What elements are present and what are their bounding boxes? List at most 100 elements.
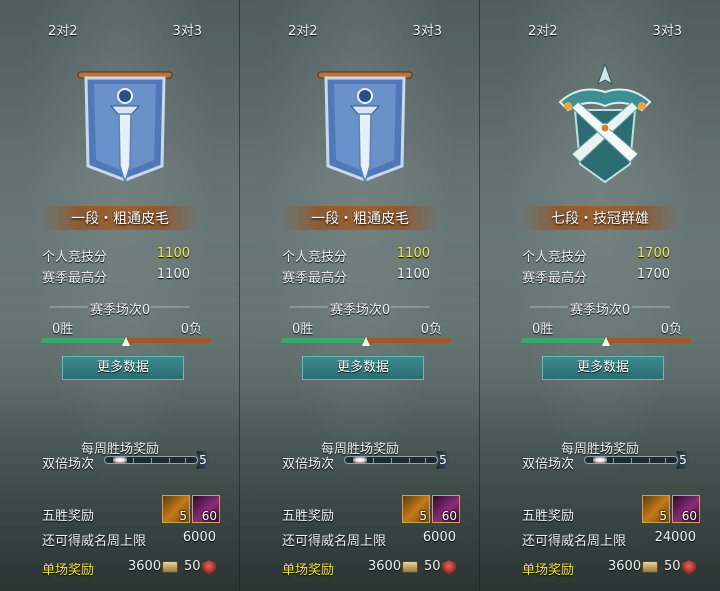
tab-2v2[interactable]: 2对2 xyxy=(288,20,318,39)
losses-count: 0负 xyxy=(420,322,442,337)
single-match-reward-row: 单场奖励 3600 50 xyxy=(522,559,702,578)
coin-icon xyxy=(402,561,418,573)
five-win-reward-label: 五胜奖励 xyxy=(282,509,335,524)
weekly-limit-label: 还可得威名周上限 xyxy=(42,534,147,549)
single-reward-value-2: 50 xyxy=(184,559,201,574)
season-matches: 赛季场次0 xyxy=(329,303,391,318)
shield-badge-icon xyxy=(202,560,216,575)
reward-item-b-icon[interactable]: 60 xyxy=(432,495,460,523)
reward-item-b-icon[interactable]: 60 xyxy=(672,495,700,523)
personal-score-value: 1700 xyxy=(636,246,670,261)
single-reward-label: 单场奖励 xyxy=(282,563,335,578)
season-matches: 赛季场次0 xyxy=(569,303,631,318)
win-ratio-marker-icon xyxy=(362,337,370,346)
double-matches-label: 双倍场次 xyxy=(42,457,95,472)
personal-score-row: 个人竞技分 1700 xyxy=(522,246,682,265)
personal-score-label: 个人竞技分 xyxy=(42,250,108,265)
blue-banner-sword-emblem-icon xyxy=(77,71,173,185)
arena-panel: 2对2 3对3 七段・技冠群雄 个人竞技分 1700 赛季最高分 1700 赛季… xyxy=(480,0,720,591)
mode-tabs: 2对2 3对3 xyxy=(0,20,240,40)
season-high-value: 1700 xyxy=(636,267,670,282)
weekly-limit-label: 还可得威名周上限 xyxy=(282,534,387,549)
tab-2v2[interactable]: 2对2 xyxy=(48,20,78,39)
wins-count: 0胜 xyxy=(52,322,74,337)
double-matches-label: 双倍场次 xyxy=(282,457,335,472)
more-data-button[interactable]: 更多数据 xyxy=(542,356,664,380)
rank-name: 一段・粗通皮毛 xyxy=(71,211,169,227)
personal-score-value: 1100 xyxy=(156,246,190,261)
tab-3v3[interactable]: 3对3 xyxy=(172,20,202,39)
win-loss-row: 0胜 0负 xyxy=(52,318,202,337)
weekly-limit-row: 还可得威名周上限 24000 xyxy=(522,530,700,549)
tab-2v2[interactable]: 2对2 xyxy=(528,20,558,39)
losses-count: 0负 xyxy=(180,322,202,337)
win-fill xyxy=(281,338,366,343)
reward-a-count: 5 xyxy=(659,509,667,523)
reward-item-a-icon[interactable]: 5 xyxy=(642,495,670,523)
double-matches-label: 双倍场次 xyxy=(522,457,575,472)
arena-panel: 2对2 3对3 一段・粗通皮毛 个人竞技分 1100 赛季最高分 1100 赛季… xyxy=(240,0,480,591)
personal-score-value: 1100 xyxy=(396,246,430,261)
coin-icon xyxy=(162,561,178,573)
single-reward-label: 单场奖励 xyxy=(522,563,575,578)
arena-panels: 2对2 3对3 一段・粗通皮毛 个人竞技分 1100 赛季最高分 1100 赛季… xyxy=(0,0,720,591)
rank-name: 一段・粗通皮毛 xyxy=(311,211,409,227)
season-high-row: 赛季最高分 1100 xyxy=(42,267,202,286)
progress-glow xyxy=(353,457,367,463)
teal-crossed-swords-emblem-icon xyxy=(558,62,652,184)
weekly-limit-row: 还可得威名周上限 6000 xyxy=(282,530,460,549)
mode-tabs: 2对2 3对3 xyxy=(480,20,720,40)
mode-tabs: 2对2 3对3 xyxy=(240,20,480,40)
personal-score-row: 个人竞技分 1100 xyxy=(282,246,442,265)
weekly-limit-value: 24000 xyxy=(654,530,696,545)
reward-a-count: 5 xyxy=(419,509,427,523)
season-high-value: 1100 xyxy=(396,267,430,282)
tab-3v3[interactable]: 3对3 xyxy=(652,20,682,39)
more-data-button[interactable]: 更多数据 xyxy=(302,356,424,380)
reward-item-a-icon[interactable]: 5 xyxy=(402,495,430,523)
weekly-limit-label: 还可得威名周上限 xyxy=(522,534,627,549)
win-fill xyxy=(521,338,606,343)
more-data-button[interactable]: 更多数据 xyxy=(62,356,184,380)
double-matches-track xyxy=(104,456,198,464)
single-reward-value-2: 50 xyxy=(424,559,441,574)
rank-name: 七段・技冠群雄 xyxy=(551,211,649,227)
season-high-row: 赛季最高分 1700 xyxy=(522,267,682,286)
reward-b-count: 60 xyxy=(201,509,217,523)
losses-count: 0负 xyxy=(660,322,682,337)
season-matches: 赛季场次0 xyxy=(89,303,151,318)
win-ratio-marker-icon xyxy=(122,337,130,346)
reward-b-count: 60 xyxy=(681,509,697,523)
personal-score-label: 个人竞技分 xyxy=(282,250,348,265)
shield-badge-icon xyxy=(682,560,696,575)
single-match-reward-row: 单场奖励 3600 50 xyxy=(282,559,462,578)
win-fill xyxy=(41,338,126,343)
arena-panel: 2对2 3对3 一段・粗通皮毛 个人竞技分 1100 赛季最高分 1100 赛季… xyxy=(0,0,240,591)
progress-glow xyxy=(593,457,607,463)
season-high-label: 赛季最高分 xyxy=(42,271,108,286)
personal-score-label: 个人竞技分 xyxy=(522,250,588,265)
personal-score-row: 个人竞技分 1100 xyxy=(42,246,202,265)
shield-badge-icon xyxy=(442,560,456,575)
season-high-label: 赛季最高分 xyxy=(522,271,588,286)
single-reward-value-1: 3600 xyxy=(608,559,642,574)
weekly-limit-value: 6000 xyxy=(422,530,456,545)
wins-count: 0胜 xyxy=(292,322,314,337)
reward-item-b-icon[interactable]: 60 xyxy=(192,495,220,523)
blue-banner-sword-emblem-icon xyxy=(317,71,413,185)
season-high-label: 赛季最高分 xyxy=(282,271,348,286)
double-matches-track xyxy=(584,456,678,464)
reward-a-count: 5 xyxy=(179,509,187,523)
season-high-value: 1100 xyxy=(156,267,190,282)
weekly-limit-value: 6000 xyxy=(182,530,216,545)
win-ratio-marker-icon xyxy=(602,337,610,346)
tab-3v3[interactable]: 3对3 xyxy=(412,20,442,39)
reward-item-a-icon[interactable]: 5 xyxy=(162,495,190,523)
reward-b-count: 60 xyxy=(441,509,457,523)
single-reward-label: 单场奖励 xyxy=(42,563,95,578)
single-reward-value-2: 50 xyxy=(664,559,681,574)
season-high-row: 赛季最高分 1100 xyxy=(282,267,442,286)
five-win-reward-label: 五胜奖励 xyxy=(42,509,95,524)
wins-count: 0胜 xyxy=(532,322,554,337)
single-match-reward-row: 单场奖励 3600 50 xyxy=(42,559,222,578)
